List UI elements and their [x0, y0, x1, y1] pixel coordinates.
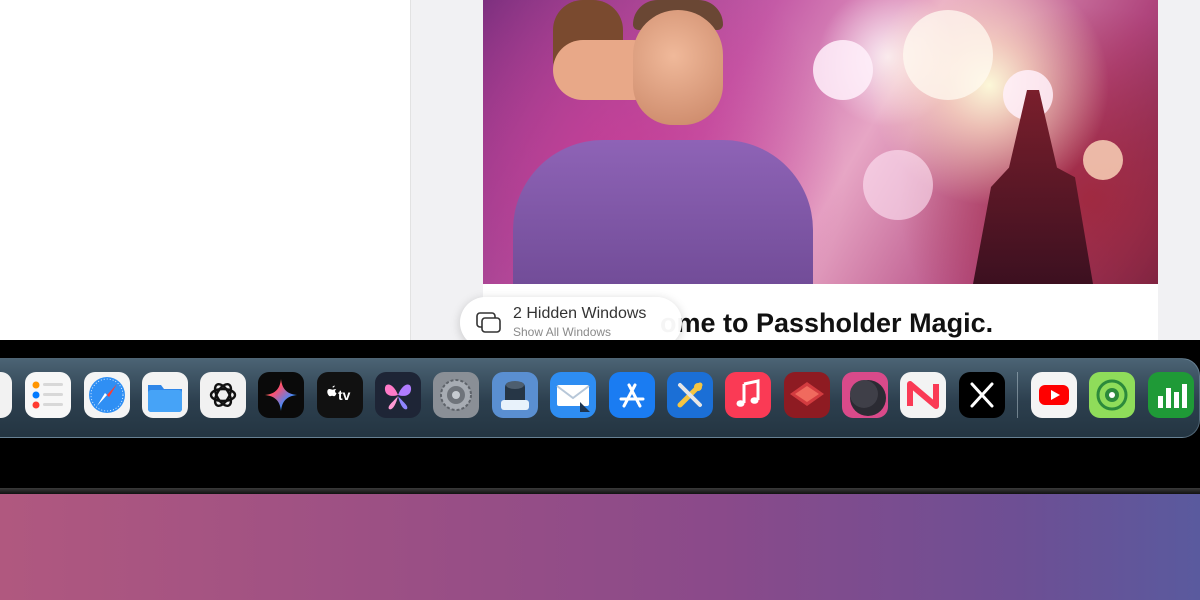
book-icon[interactable] — [784, 372, 830, 418]
news-icon[interactable] — [900, 372, 946, 418]
dock-app-partial[interactable] — [0, 372, 12, 418]
apple-tv-icon[interactable]: tv — [317, 372, 363, 418]
mail-icon[interactable] — [550, 372, 596, 418]
music-icon[interactable] — [725, 372, 771, 418]
safari-icon[interactable] — [84, 372, 130, 418]
sidebar-pane — [0, 0, 411, 345]
numbers-icon[interactable] — [1148, 372, 1194, 418]
gear-icon[interactable] — [433, 372, 479, 418]
files-icon[interactable] — [142, 372, 188, 418]
find-my-icon[interactable] — [1089, 372, 1135, 418]
windows-stack-icon — [476, 312, 501, 333]
hero-image — [483, 0, 1158, 284]
show-all-windows-label: Show All Windows — [513, 325, 612, 339]
article-title: ome to Passholder Magic. — [660, 308, 994, 338]
butterfly-icon[interactable] — [375, 372, 421, 418]
svg-text:tv: tv — [338, 387, 351, 403]
gemini-icon[interactable] — [258, 372, 304, 418]
hidden-windows-title: 2 Hidden Windows — [513, 305, 647, 322]
tools-icon[interactable] — [667, 372, 713, 418]
desktop-wallpaper — [0, 494, 1200, 600]
preview-icon[interactable] — [492, 372, 538, 418]
reminders-icon[interactable] — [25, 372, 71, 418]
dock-divider — [1017, 372, 1018, 418]
app-store-icon[interactable] — [609, 372, 655, 418]
youtube-icon[interactable] — [1031, 372, 1077, 418]
moon-icon[interactable] — [842, 372, 888, 418]
chatgpt-icon[interactable] — [200, 372, 246, 418]
x-icon[interactable] — [959, 372, 1005, 418]
